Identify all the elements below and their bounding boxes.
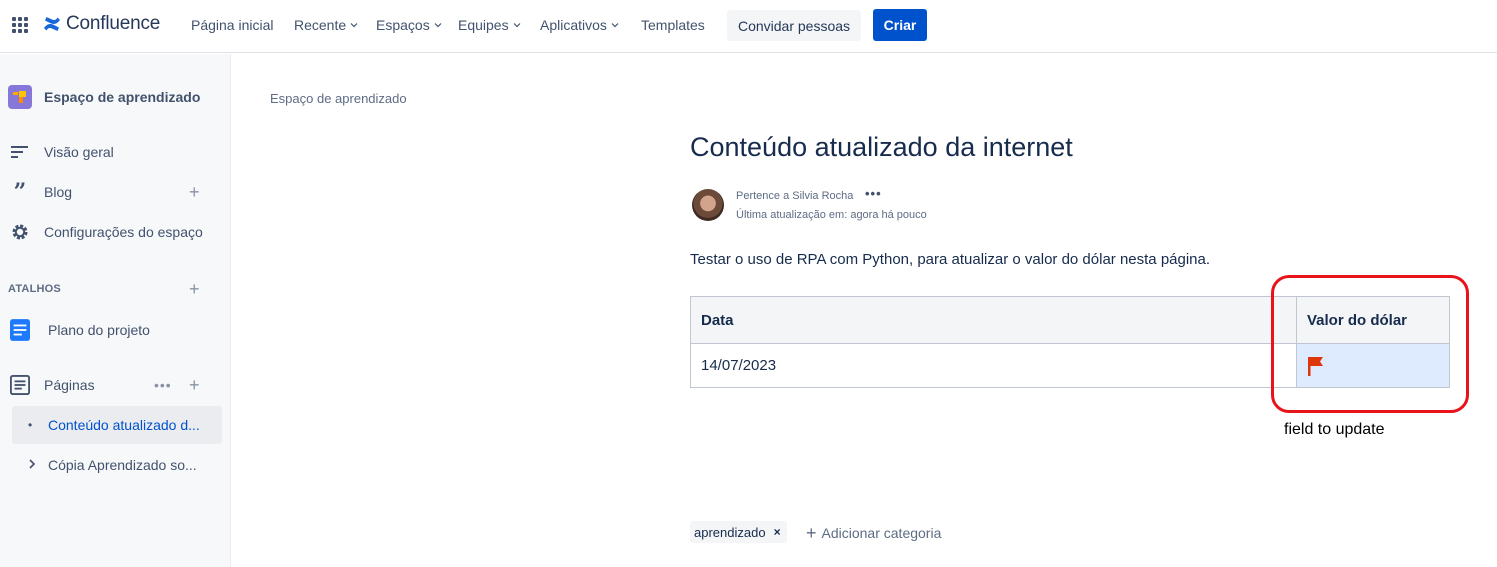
more-actions-icon[interactable]: ••• [865,186,882,201]
nav-templates-label: Templates [641,17,705,33]
page-tree-label: Cópia Aprendizado so... [48,457,197,473]
invite-people-button[interactable]: Convidar pessoas [727,10,861,41]
space-logo-icon [13,91,26,103]
breadcrumb[interactable]: Espaço de aprendizado [270,91,407,106]
space-avatar-icon[interactable] [8,85,32,109]
top-navigation: Confluence Página inicial Recente Espaço… [0,0,1497,53]
pages-more-icon[interactable]: ••• [154,377,172,393]
pages-icon [10,375,30,395]
nav-teams[interactable]: Equipes [458,17,521,33]
table-header-cell[interactable]: Data [690,296,1297,344]
add-page-plus-icon[interactable]: + [189,376,200,394]
chevron-down-icon [611,23,619,28]
nav-recent[interactable]: Recente [294,17,358,33]
page-tree-item[interactable]: • Conteúdo atualizado d... [12,406,222,444]
gear-icon [10,222,30,242]
page-body-text: Testar o uso de RPA com Python, para atu… [690,251,1211,268]
nav-home-label: Página inicial [191,17,274,33]
last-updated: Última atualização em: agora há pouco [736,209,927,221]
confluence-logo[interactable]: Confluence [42,13,160,35]
quote-icon: ” [13,179,27,205]
close-icon[interactable]: × [774,525,781,539]
sidebar-item-label: Blog [44,184,73,200]
shortcut-project-plan[interactable]: Plano do projeto [0,316,231,344]
sidebar-item-overview[interactable]: Visão geral [0,138,231,166]
page-tree-item[interactable]: Cópia Aprendizado so... [12,446,222,484]
app-name: Confluence [66,13,161,34]
space-name[interactable]: Espaço de aprendizado [44,89,200,105]
add-category-button[interactable]: + Adicionar categoria [806,524,941,542]
nav-apps-label: Aplicativos [540,17,607,33]
annotation-highlight-box [1271,275,1469,413]
nav-spaces-label: Espaços [376,17,430,33]
chevron-down-icon [513,23,521,28]
category-tag[interactable]: aprendizado × [690,521,787,543]
sidebar-item-space-settings[interactable]: Configurações do espaço [0,218,231,246]
document-icon [10,319,30,341]
shortcuts-heading: ATALHOS [8,283,61,295]
bullet-icon: • [28,418,33,432]
page-owner[interactable]: Pertence a Silvia Rocha [736,190,853,202]
table-cell-date[interactable]: 14/07/2023 [690,343,1297,388]
add-category-label: Adicionar categoria [821,525,942,541]
plus-icon: + [806,523,817,543]
sidebar-item-label: Páginas [44,377,95,393]
category-tag-label: aprendizado [694,524,766,540]
page-tree-label: Conteúdo atualizado d... [48,417,200,433]
chevron-down-icon [350,23,358,28]
page-title: Conteúdo atualizado da internet [690,132,1073,162]
overview-icon [10,142,30,162]
app-switcher-icon[interactable] [12,17,28,33]
nav-templates[interactable]: Templates [641,17,705,33]
nav-recent-label: Recente [294,17,347,33]
sidebar-item-blog[interactable]: ” Blog + [0,178,231,206]
author-avatar[interactable] [692,189,724,221]
confluence-logo-icon [44,17,60,31]
sidebar-item-label: Configurações do espaço [44,224,203,240]
sidebar-item-label: Visão geral [44,144,114,160]
add-blog-plus-icon[interactable]: + [189,183,200,201]
shortcut-label: Plano do projeto [48,322,150,338]
chevron-down-icon [434,23,442,28]
add-shortcut-plus-icon[interactable]: + [189,280,200,298]
sidebar-item-pages[interactable]: Páginas ••• + [0,371,231,399]
nav-teams-label: Equipes [458,17,509,33]
chevron-right-icon[interactable] [28,458,36,472]
nav-apps[interactable]: Aplicativos [540,17,619,33]
nav-spaces[interactable]: Espaços [376,17,442,33]
nav-home[interactable]: Página inicial [191,17,274,33]
annotation-text: field to update [1284,421,1385,438]
create-button[interactable]: Criar [873,9,927,41]
space-sidebar: Espaço de aprendizado Visão geral ” Blog… [0,54,231,567]
